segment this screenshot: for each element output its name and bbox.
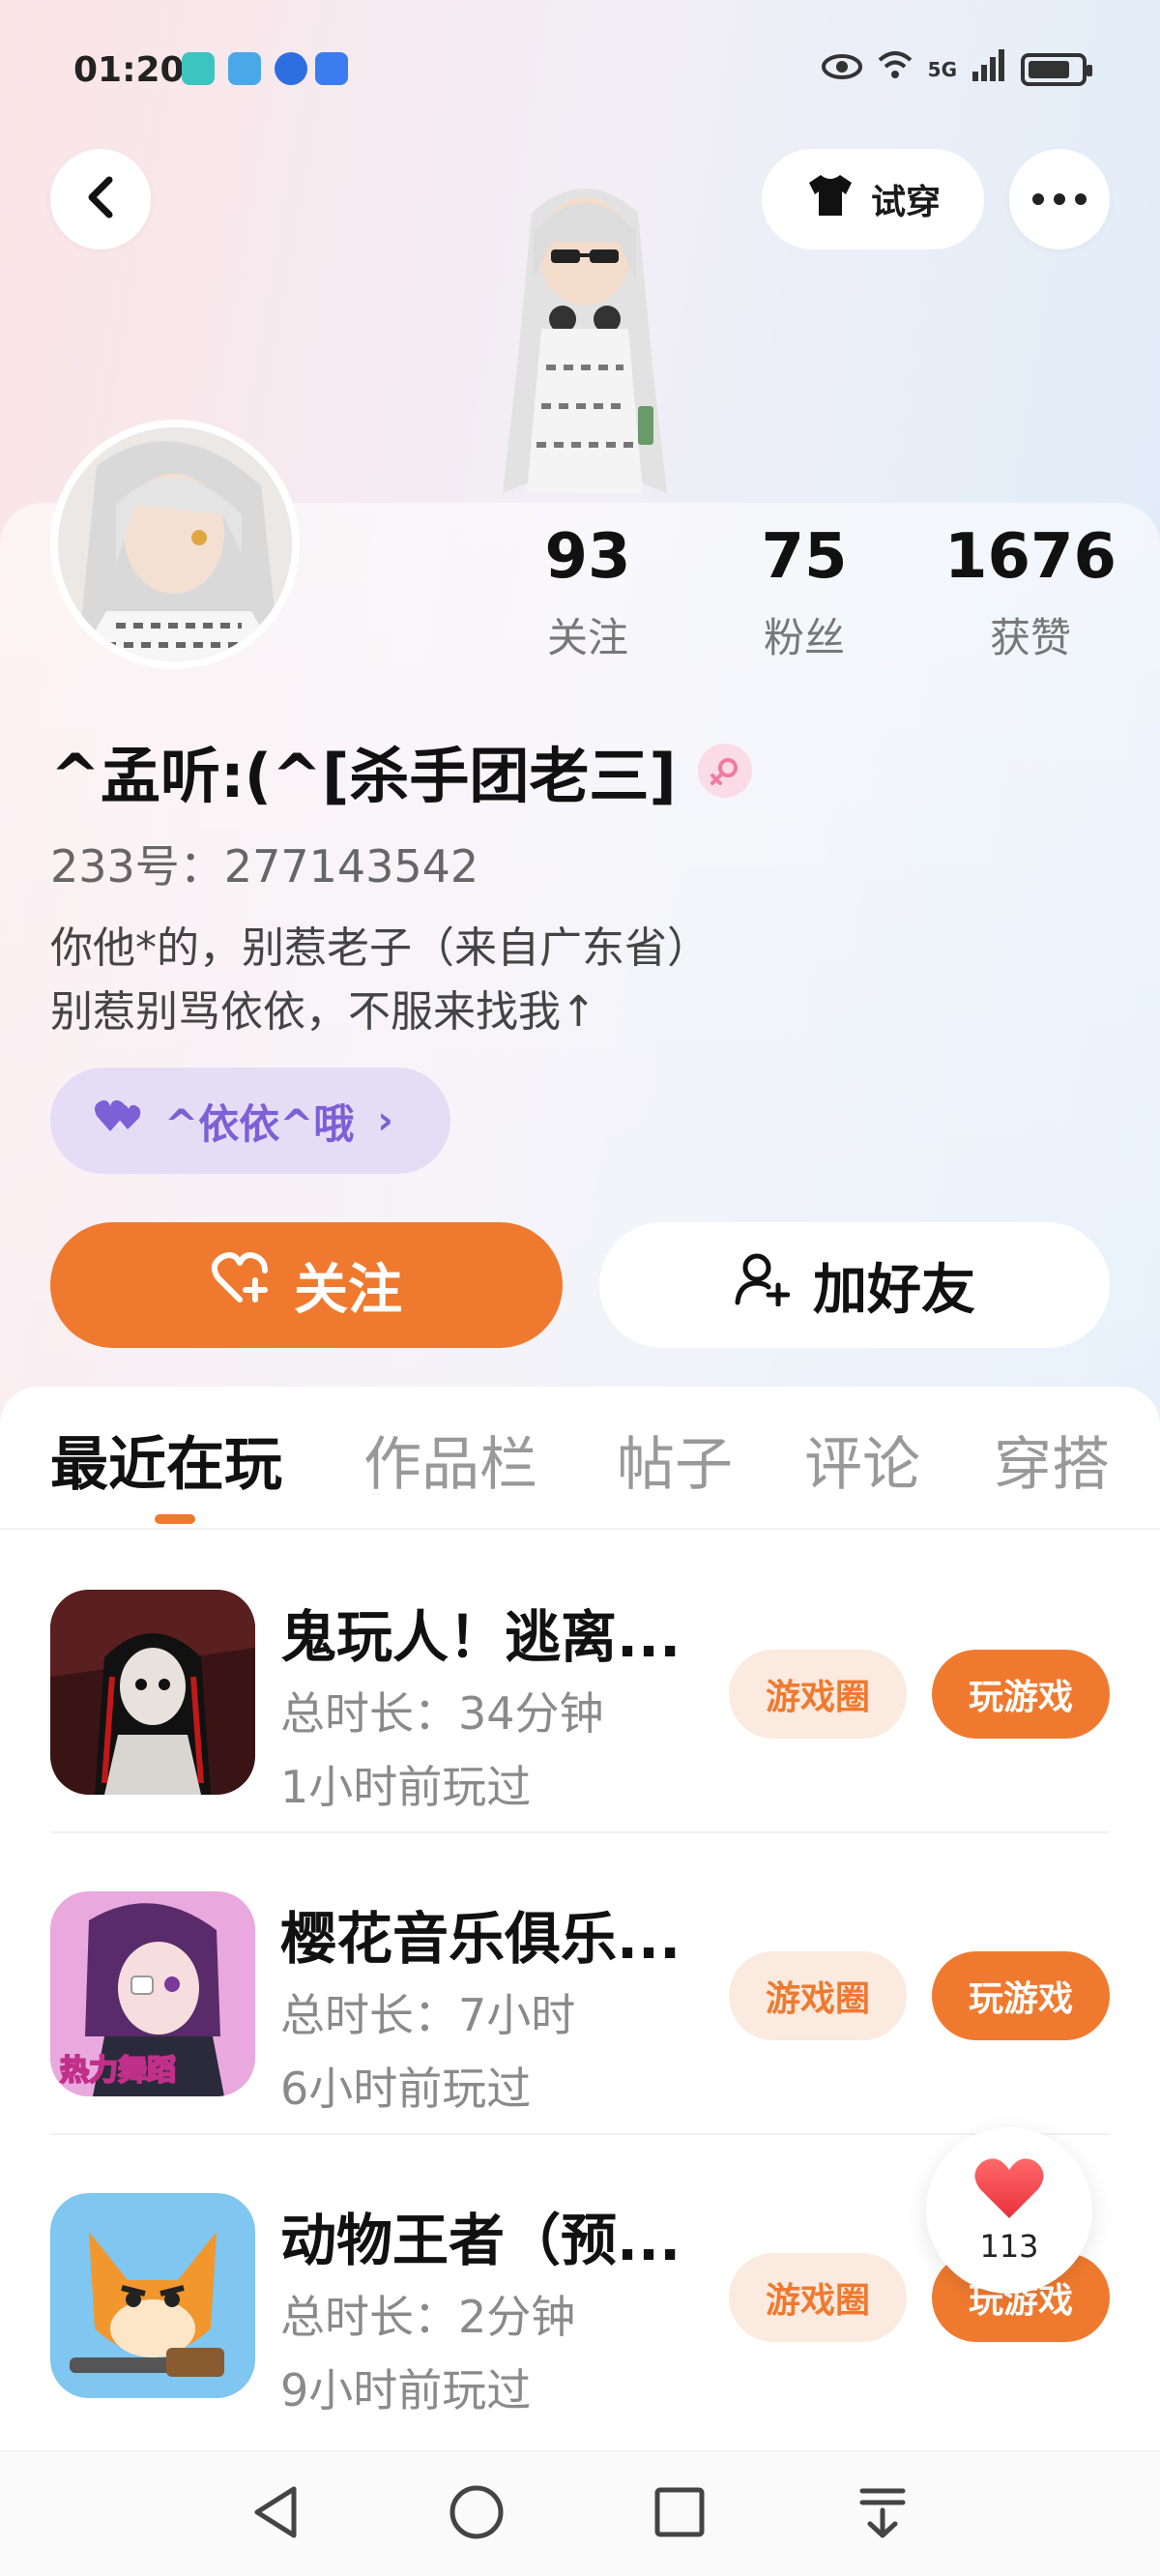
game-thumbnail [50,2193,255,2398]
add-friend-button[interactable]: 加好友 [599,1222,1110,1348]
game-title: 樱花音乐俱乐... [280,1906,682,1972]
stat-fans[interactable]: 75 粉丝 [708,522,901,664]
tab-recently-played[interactable]: 最近在玩 [50,1418,282,1502]
battery-icon [1021,52,1092,86]
game-duration: 总时长：34分钟 [280,1687,604,1740]
more-dots-icon [1032,193,1087,205]
active-tab-indicator [155,1514,195,1524]
signal-icon [971,48,1007,90]
try-on-button[interactable]: 试穿 [762,149,984,249]
list-item[interactable]: 鬼玩人！逃离... 总时长：34分钟 1小时前玩过 游戏圈 玩游戏 [0,1532,1160,1833]
bio-line-1: 你他*的，别惹老子（来自广东省） [50,923,710,973]
game-last-played: 9小时前玩过 [280,2364,532,2416]
stat-likes[interactable]: 1676 获赞 [934,522,1127,664]
profile-tabs: 最近在玩 作品栏 帖子 评论 穿搭 [0,1418,1160,1524]
download-arrow-icon [856,2485,909,2543]
game-title: 鬼玩人！逃离... [280,1604,682,1670]
triangle-back-icon [251,2485,300,2543]
wifi-icon [876,48,914,90]
following-count: 93 [544,521,631,593]
circle-home-icon [448,2483,506,2545]
likes-count: 1676 [943,521,1117,593]
eye-icon [821,50,862,89]
square-recents-icon [653,2486,706,2542]
username-text: ^孟听:(^[杀手团老三] [50,741,677,811]
female-icon [697,744,752,798]
heart-plus-icon [211,1251,271,1319]
fans-label: 粉丝 [763,614,845,661]
relationship-tag-label: ^依依^哦 [164,1099,355,1148]
nav-recents-button[interactable] [646,2480,713,2548]
list-item[interactable]: 热力舞蹈 樱花音乐俱乐... 总时长：7小时 6小时前玩过 游戏圈 玩游戏 [0,1833,1160,2135]
follow-button[interactable]: 关注 [50,1222,563,1348]
stat-following[interactable]: 93 关注 [491,522,684,664]
play-game-button[interactable]: 玩游戏 [932,1650,1110,1739]
tab-works[interactable]: 作品栏 [363,1418,537,1502]
chevron-left-icon [84,176,117,222]
tab-comments[interactable]: 评论 [804,1418,920,1502]
game-circle-button[interactable]: 游戏圈 [729,2253,907,2342]
status-bar: 01:20 5G [0,0,1160,135]
username: ^孟听:(^[杀手团老三] [50,727,752,814]
avatar[interactable] [50,420,300,669]
book-app-icon [228,52,261,85]
home-app-icon [182,52,215,85]
game-thumbnail-caption: 热力舞蹈 [59,2053,177,2089]
game-meta: 总时长：2分钟 9小时前玩过 [280,2280,575,2427]
game-thumbnail: 热力舞蹈 [50,1891,255,2096]
game-meta: 总时长：7小时 6小时前玩过 [280,1978,575,2125]
game-meta: 总时长：34分钟 1小时前玩过 [280,1677,604,1824]
divider [0,1528,1160,1530]
network-type: 5G [927,57,957,81]
shop-app-icon [315,52,348,85]
following-label: 关注 [546,614,628,661]
game-title: 动物王者（预... [280,2208,682,2273]
game-thumbnail [50,1590,255,1795]
status-time: 01:20 [73,50,185,90]
back-button[interactable] [50,149,151,249]
avatar-figure-image [474,174,696,512]
double-heart-icon [93,1097,147,1145]
bio-line-2: 别惹别骂依依，不服来找我↑ [50,987,596,1037]
user-bio: 你他*的，别惹老子（来自广东省） 别惹别骂依依，不服来找我↑ [50,917,710,1044]
nav-back-button[interactable] [242,2480,309,2548]
system-navigation-bar [0,2450,1160,2576]
like-count: 113 [979,2228,1039,2265]
floating-like-button[interactable]: 113 [926,2127,1092,2294]
play-game-button[interactable]: 玩游戏 [932,1951,1110,2040]
add-user-icon [734,1250,791,1320]
game-last-played: 6小时前玩过 [280,2063,532,2115]
likes-label: 获赞 [989,614,1071,661]
user-id: 233号：277143542 [50,840,479,893]
nav-home-button[interactable] [443,2480,510,2548]
chevron-right-icon: › [377,1098,393,1143]
browser-app-icon [275,52,307,85]
relationship-tag[interactable]: ^依依^哦 › [50,1068,450,1174]
tab-posts[interactable]: 帖子 [617,1418,733,1502]
game-duration: 总时长：7小时 [280,1989,576,2041]
game-circle-button[interactable]: 游戏圈 [729,1951,907,2040]
nav-dropdown-button[interactable] [849,2480,916,2548]
tab-outfits[interactable]: 穿搭 [994,1418,1110,1502]
game-duration: 总时长：2分钟 [280,2291,576,2343]
game-circle-button[interactable]: 游戏圈 [729,1650,907,1739]
try-on-label: 试穿 [870,183,941,222]
more-button[interactable] [1009,149,1110,249]
game-last-played: 1小时前玩过 [280,1761,532,1813]
heart-icon [972,2156,1046,2224]
add-friend-label: 加好友 [813,1258,975,1322]
follow-label: 关注 [294,1258,402,1322]
fans-count: 75 [761,521,848,593]
tshirt-icon [805,173,856,226]
